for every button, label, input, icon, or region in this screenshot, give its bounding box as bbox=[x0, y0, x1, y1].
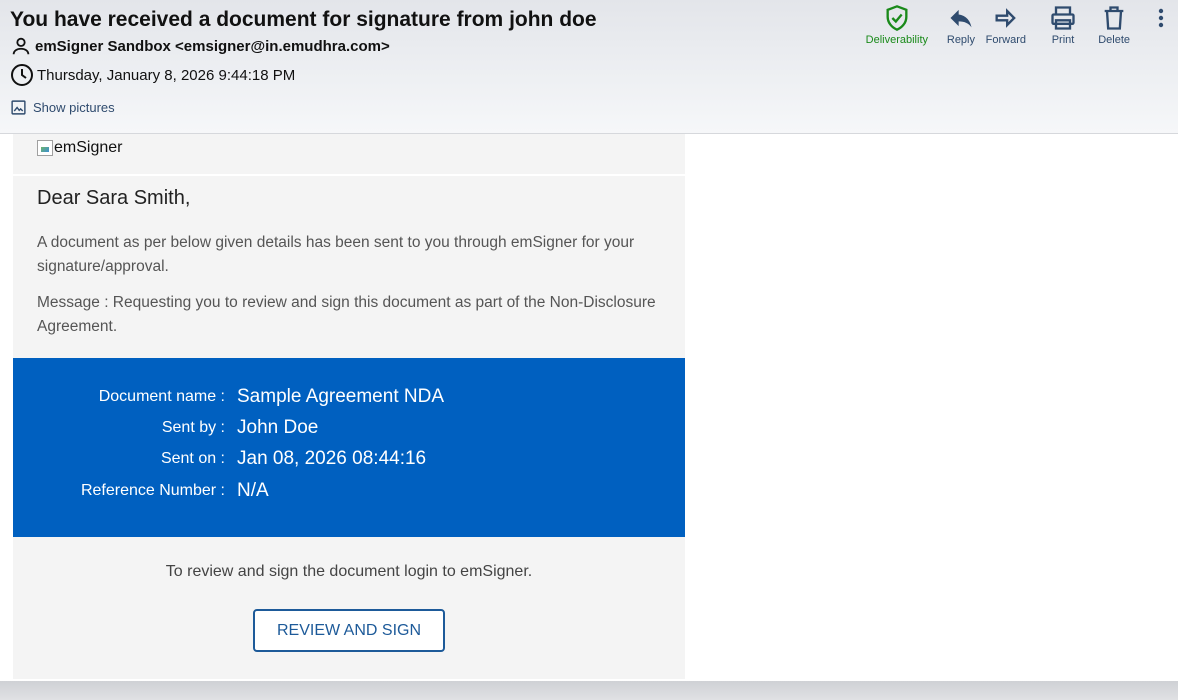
detail-label: Reference Number : bbox=[80, 482, 225, 499]
detail-value: John Doe bbox=[237, 417, 319, 438]
forward-label: Forward bbox=[985, 34, 1026, 46]
deliverability-label: Deliverability bbox=[865, 34, 928, 46]
detail-row-document-name: Document name : Sample Agreement NDA bbox=[13, 384, 685, 410]
reply-icon bbox=[950, 9, 972, 28]
bottom-bar bbox=[0, 681, 1178, 700]
deliverability-button[interactable]: Deliverability bbox=[866, 4, 928, 46]
broken-image-icon bbox=[37, 140, 53, 156]
reply-button[interactable]: Reply bbox=[947, 4, 975, 46]
emsigner-logo: emSigner bbox=[37, 139, 122, 157]
delete-label: Delete bbox=[1098, 34, 1130, 46]
person-icon bbox=[12, 37, 30, 55]
detail-row-reference-number: Reference Number : N/A bbox=[13, 478, 685, 504]
intro-paragraph: A document as per below given details ha… bbox=[37, 234, 635, 275]
sent-date: Thursday, January 8, 2026 9:44:18 PM bbox=[37, 66, 296, 84]
greeting: Dear Sara Smith, bbox=[37, 187, 191, 209]
forward-icon bbox=[995, 8, 1016, 28]
cta-instruction: To review and sign the document login to… bbox=[165, 563, 533, 580]
detail-value: N/A bbox=[237, 480, 269, 501]
logo-row: emSigner bbox=[13, 134, 685, 176]
detail-row-sent-on: Sent on : Jan 08, 2026 08:44:16 bbox=[13, 446, 685, 472]
trash-icon bbox=[1104, 6, 1124, 30]
printer-icon bbox=[1051, 6, 1075, 30]
shield-check-icon bbox=[886, 5, 908, 31]
detail-label: Sent on : bbox=[160, 450, 225, 467]
logo-alt-text: emSigner bbox=[54, 139, 123, 156]
detail-label: Sent by : bbox=[161, 419, 225, 436]
delete-button[interactable]: Delete bbox=[1098, 4, 1130, 46]
clock-icon bbox=[11, 64, 33, 86]
show-pictures-link[interactable]: Show pictures bbox=[10, 99, 115, 116]
detail-value: Jan 08, 2026 08:44:16 bbox=[237, 448, 427, 469]
detail-value: Sample Agreement NDA bbox=[237, 386, 444, 407]
more-vertical-icon bbox=[1158, 8, 1164, 28]
sender-row: emSigner Sandbox <emsigner@in.emudhra.co… bbox=[10, 35, 390, 57]
date-row: Thursday, January 8, 2026 9:44:18 PM bbox=[10, 63, 295, 87]
email-body: emSigner Dear Sara Smith, A document as … bbox=[13, 134, 685, 679]
print-button[interactable]: Print bbox=[1049, 4, 1077, 46]
reply-label: Reply bbox=[946, 34, 975, 46]
detail-row-sent-by: Sent by : John Doe bbox=[13, 415, 685, 441]
show-pictures-label: Show pictures bbox=[33, 100, 115, 115]
sender-address: emSigner Sandbox <emsigner@in.emudhra.co… bbox=[35, 37, 390, 55]
email-subject: You have received a document for signatu… bbox=[10, 8, 597, 31]
document-details-panel: Document name : Sample Agreement NDA Sen… bbox=[13, 358, 685, 537]
review-and-sign-button[interactable]: REVIEW AND SIGN bbox=[253, 609, 445, 652]
email-header: You have received a document for signatu… bbox=[0, 0, 1178, 134]
print-label: Print bbox=[1051, 34, 1075, 46]
image-icon bbox=[11, 100, 26, 115]
message-paragraph: Message : Requesting you to review and s… bbox=[37, 294, 656, 335]
more-options-button[interactable] bbox=[1156, 4, 1166, 32]
detail-label: Document name : bbox=[98, 388, 225, 405]
forward-button[interactable]: Forward bbox=[986, 4, 1026, 46]
